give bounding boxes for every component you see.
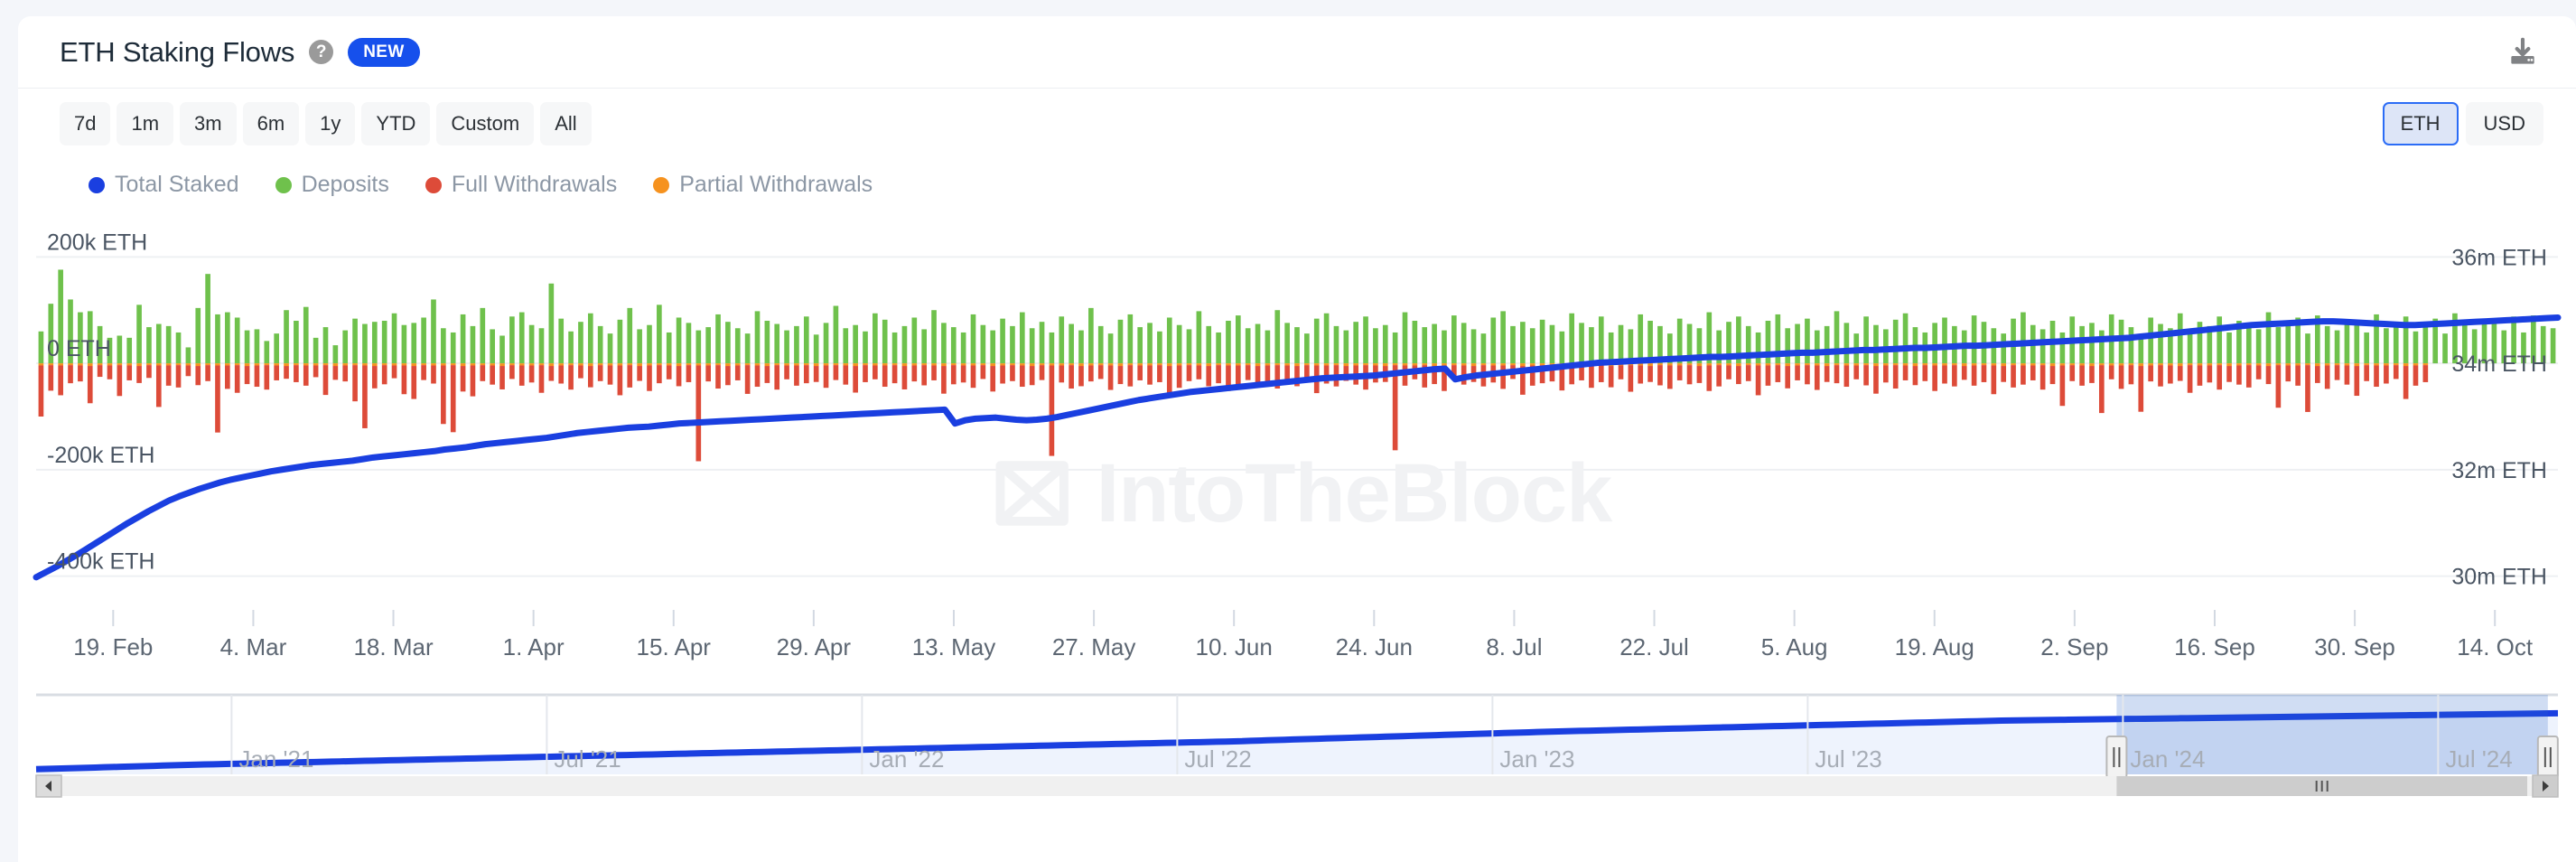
range-button-1m[interactable]: 1m bbox=[117, 102, 174, 145]
legend-item-deposits[interactable]: Deposits bbox=[275, 172, 389, 198]
unit-button-eth[interactable]: ETH bbox=[2382, 102, 2459, 145]
y-axis-left-tick: -400k ETH bbox=[47, 549, 154, 575]
x-axis-tick: 19. Aug bbox=[1895, 633, 1974, 661]
range-button-custom[interactable]: Custom bbox=[436, 102, 535, 145]
navigator-tick-label: Jul '24 bbox=[2445, 745, 2512, 773]
y-axis-left-tick: 0 ETH bbox=[47, 336, 111, 361]
eth-staking-flows-card: ETH Staking Flows ? NEW 7d 1m 3m 6m 1y Y… bbox=[18, 16, 2576, 862]
x-axis-tick: 8. Jul bbox=[1486, 633, 1542, 661]
navigator-tick-label: Jan '21 bbox=[238, 745, 313, 773]
y-axis-left-tick: 200k ETH bbox=[47, 230, 147, 255]
download-icon[interactable] bbox=[2502, 32, 2543, 73]
legend-item-full-withdrawals[interactable]: Full Withdrawals bbox=[425, 172, 617, 198]
navigator-handle-right bbox=[2536, 736, 2559, 779]
chart-navigator[interactable]: Jan '21 Jul '21 Jan '22 Jul '22 Jan '23 Jul '… bbox=[18, 688, 2576, 805]
y-axis-left-tick: -200k ETH bbox=[47, 443, 154, 468]
card-header: ETH Staking Flows ? NEW bbox=[18, 16, 2576, 89]
x-axis-tick: 27. May bbox=[1052, 633, 1136, 661]
legend-dot-partial-withdrawals bbox=[653, 176, 670, 193]
navigator-tick-label: Jan '22 bbox=[869, 745, 944, 773]
y-axis-right-tick: 36m ETH bbox=[2451, 245, 2547, 270]
x-axis-tick: 14. Oct bbox=[2457, 633, 2534, 661]
x-axis-tick: 10. Jun bbox=[1196, 633, 1273, 661]
x-axis-tick: 1. Apr bbox=[503, 633, 565, 661]
x-axis-tick: 2. Sep bbox=[2040, 633, 2108, 661]
y-axis-right-tick: 30m ETH bbox=[2451, 565, 2547, 590]
range-button-6m[interactable]: 6m bbox=[242, 102, 300, 145]
legend-item-total-staked[interactable]: Total Staked bbox=[89, 172, 239, 198]
y-axis-right-tick: 34m ETH bbox=[2451, 351, 2547, 377]
x-axis-tick: 15. Apr bbox=[637, 633, 712, 661]
legend-label-total-staked: Total Staked bbox=[115, 172, 239, 197]
range-button-1y[interactable]: 1y bbox=[305, 102, 356, 145]
navigator-tick-label: Jan '23 bbox=[1499, 745, 1574, 773]
staking-flows-chart[interactable]: 200k ETH 0 ETH -200k ETH -400k ETH 36m ETH 34… bbox=[18, 218, 2576, 688]
x-axis-tick: 24. Jun bbox=[1336, 633, 1413, 661]
chevron-right-icon bbox=[2532, 774, 2559, 798]
legend-label-deposits: Deposits bbox=[301, 172, 389, 197]
navigator-svg[interactable]: Jan '21 Jul '21 Jan '22 Jul '22 Jan '23 Jul '… bbox=[18, 688, 2576, 805]
page-title: ETH Staking Flows bbox=[60, 35, 295, 68]
title-group: ETH Staking Flows ? NEW bbox=[60, 36, 420, 69]
y-axis-right-tick: 32m ETH bbox=[2451, 458, 2547, 483]
range-button-group: 7d 1m 3m 6m 1y YTD Custom All bbox=[60, 102, 592, 145]
range-button-ytd[interactable]: YTD bbox=[361, 102, 431, 145]
x-axis-tick: 19. Feb bbox=[73, 633, 153, 661]
navigator-handle-left bbox=[2105, 736, 2128, 779]
chart-legend: Total Staked Deposits Full Withdrawals P… bbox=[18, 159, 2576, 207]
controls-row: 7d 1m 3m 6m 1y YTD Custom All ETH USD bbox=[18, 89, 2576, 159]
x-axis-tick: 16. Sep bbox=[2174, 633, 2255, 661]
x-axis-tick: 30. Sep bbox=[2314, 633, 2395, 661]
unit-toggle-group: ETH USD bbox=[2382, 102, 2543, 145]
x-axis-tick: 5. Aug bbox=[1761, 633, 1828, 661]
x-axis-tick: 13. May bbox=[912, 633, 996, 661]
range-button-all[interactable]: All bbox=[540, 102, 592, 145]
new-badge: NEW bbox=[348, 37, 420, 67]
navigator-tick-label: Jan '24 bbox=[2130, 745, 2205, 773]
chart-area: IntoTheBlock 200k ETH 0 ETH -200k ETH -400k… bbox=[18, 218, 2576, 688]
navigator-tick-label: Jul '23 bbox=[1815, 745, 1881, 773]
legend-dot-total-staked bbox=[89, 176, 105, 193]
x-axis-tick: 22. Jul bbox=[1619, 633, 1689, 661]
range-button-3m[interactable]: 3m bbox=[180, 102, 237, 145]
navigator-tick-label: Jul '22 bbox=[1184, 745, 1251, 773]
chevron-left-icon bbox=[35, 774, 62, 798]
legend-dot-deposits bbox=[275, 176, 292, 193]
legend-item-partial-withdrawals[interactable]: Partial Withdrawals bbox=[653, 172, 873, 198]
x-axis-tick: 4. Mar bbox=[220, 633, 287, 661]
x-axis-tick: 18. Mar bbox=[353, 633, 433, 661]
navigator-tick-label: Jul '21 bbox=[554, 745, 621, 773]
range-button-7d[interactable]: 7d bbox=[60, 102, 111, 145]
legend-label-partial-withdrawals: Partial Withdrawals bbox=[679, 172, 873, 197]
legend-dot-full-withdrawals bbox=[425, 176, 442, 193]
question-mark-circle-icon[interactable]: ? bbox=[309, 40, 334, 64]
legend-label-full-withdrawals: Full Withdrawals bbox=[451, 172, 618, 197]
x-axis-tick: 29. Apr bbox=[777, 633, 852, 661]
unit-button-usd[interactable]: USD bbox=[2465, 102, 2543, 145]
